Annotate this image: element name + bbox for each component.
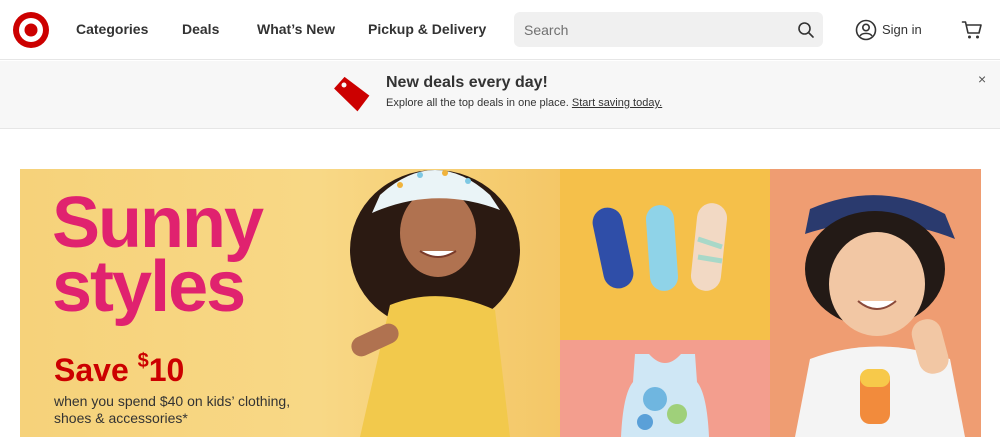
girl-photo bbox=[350, 170, 520, 437]
sign-in-label: Sign in bbox=[882, 22, 922, 37]
boy-photo bbox=[795, 195, 965, 437]
cart-icon[interactable] bbox=[961, 19, 983, 41]
hero-title-line1: Sunny bbox=[52, 183, 264, 263]
close-icon[interactable]: × bbox=[978, 72, 986, 86]
promo-text: Explore all the top deals in one place. bbox=[386, 97, 569, 109]
nav-categories[interactable]: Categories bbox=[76, 21, 148, 37]
promo-banner: New deals every day! Explore all the top… bbox=[0, 61, 1000, 129]
hero-save-dollar: $ bbox=[137, 350, 149, 372]
nav-deals[interactable]: Deals bbox=[182, 21, 219, 37]
shoes-panel bbox=[560, 169, 770, 340]
hero-banner[interactable]: Sunny styles Save $10 when you spend $40… bbox=[20, 169, 981, 437]
tank-top-photo bbox=[621, 354, 709, 437]
tank-top-panel bbox=[560, 340, 770, 437]
hero-save-amount: 10 bbox=[148, 352, 185, 388]
hero-save-prefix: Save bbox=[54, 352, 138, 388]
nav-pickup-delivery[interactable]: Pickup & Delivery bbox=[368, 21, 486, 37]
boy-panel bbox=[770, 169, 981, 437]
search-icon[interactable] bbox=[797, 21, 815, 39]
promo-title: New deals every day! bbox=[386, 74, 548, 91]
hero-title: Sunny styles bbox=[52, 183, 264, 327]
nav-whats-new[interactable]: What’s New bbox=[257, 21, 335, 37]
account-icon bbox=[855, 19, 877, 41]
hero-description: when you spend $40 on kids’ clothing, sh… bbox=[54, 393, 291, 426]
hero-save-offer: Save $10 bbox=[54, 350, 185, 389]
promo-link[interactable]: Start saving today. bbox=[572, 97, 662, 109]
site-header: Categories Deals What’s New Pickup & Del… bbox=[0, 0, 1000, 60]
target-logo-icon[interactable] bbox=[12, 11, 50, 49]
search-input[interactable] bbox=[524, 12, 784, 47]
search-bar bbox=[514, 12, 823, 47]
hero-title-line2: styles bbox=[52, 247, 246, 327]
shoes-photo bbox=[592, 203, 728, 291]
price-tag-icon bbox=[334, 76, 370, 112]
promo-subtitle: Explore all the top deals in one place. … bbox=[386, 97, 662, 109]
